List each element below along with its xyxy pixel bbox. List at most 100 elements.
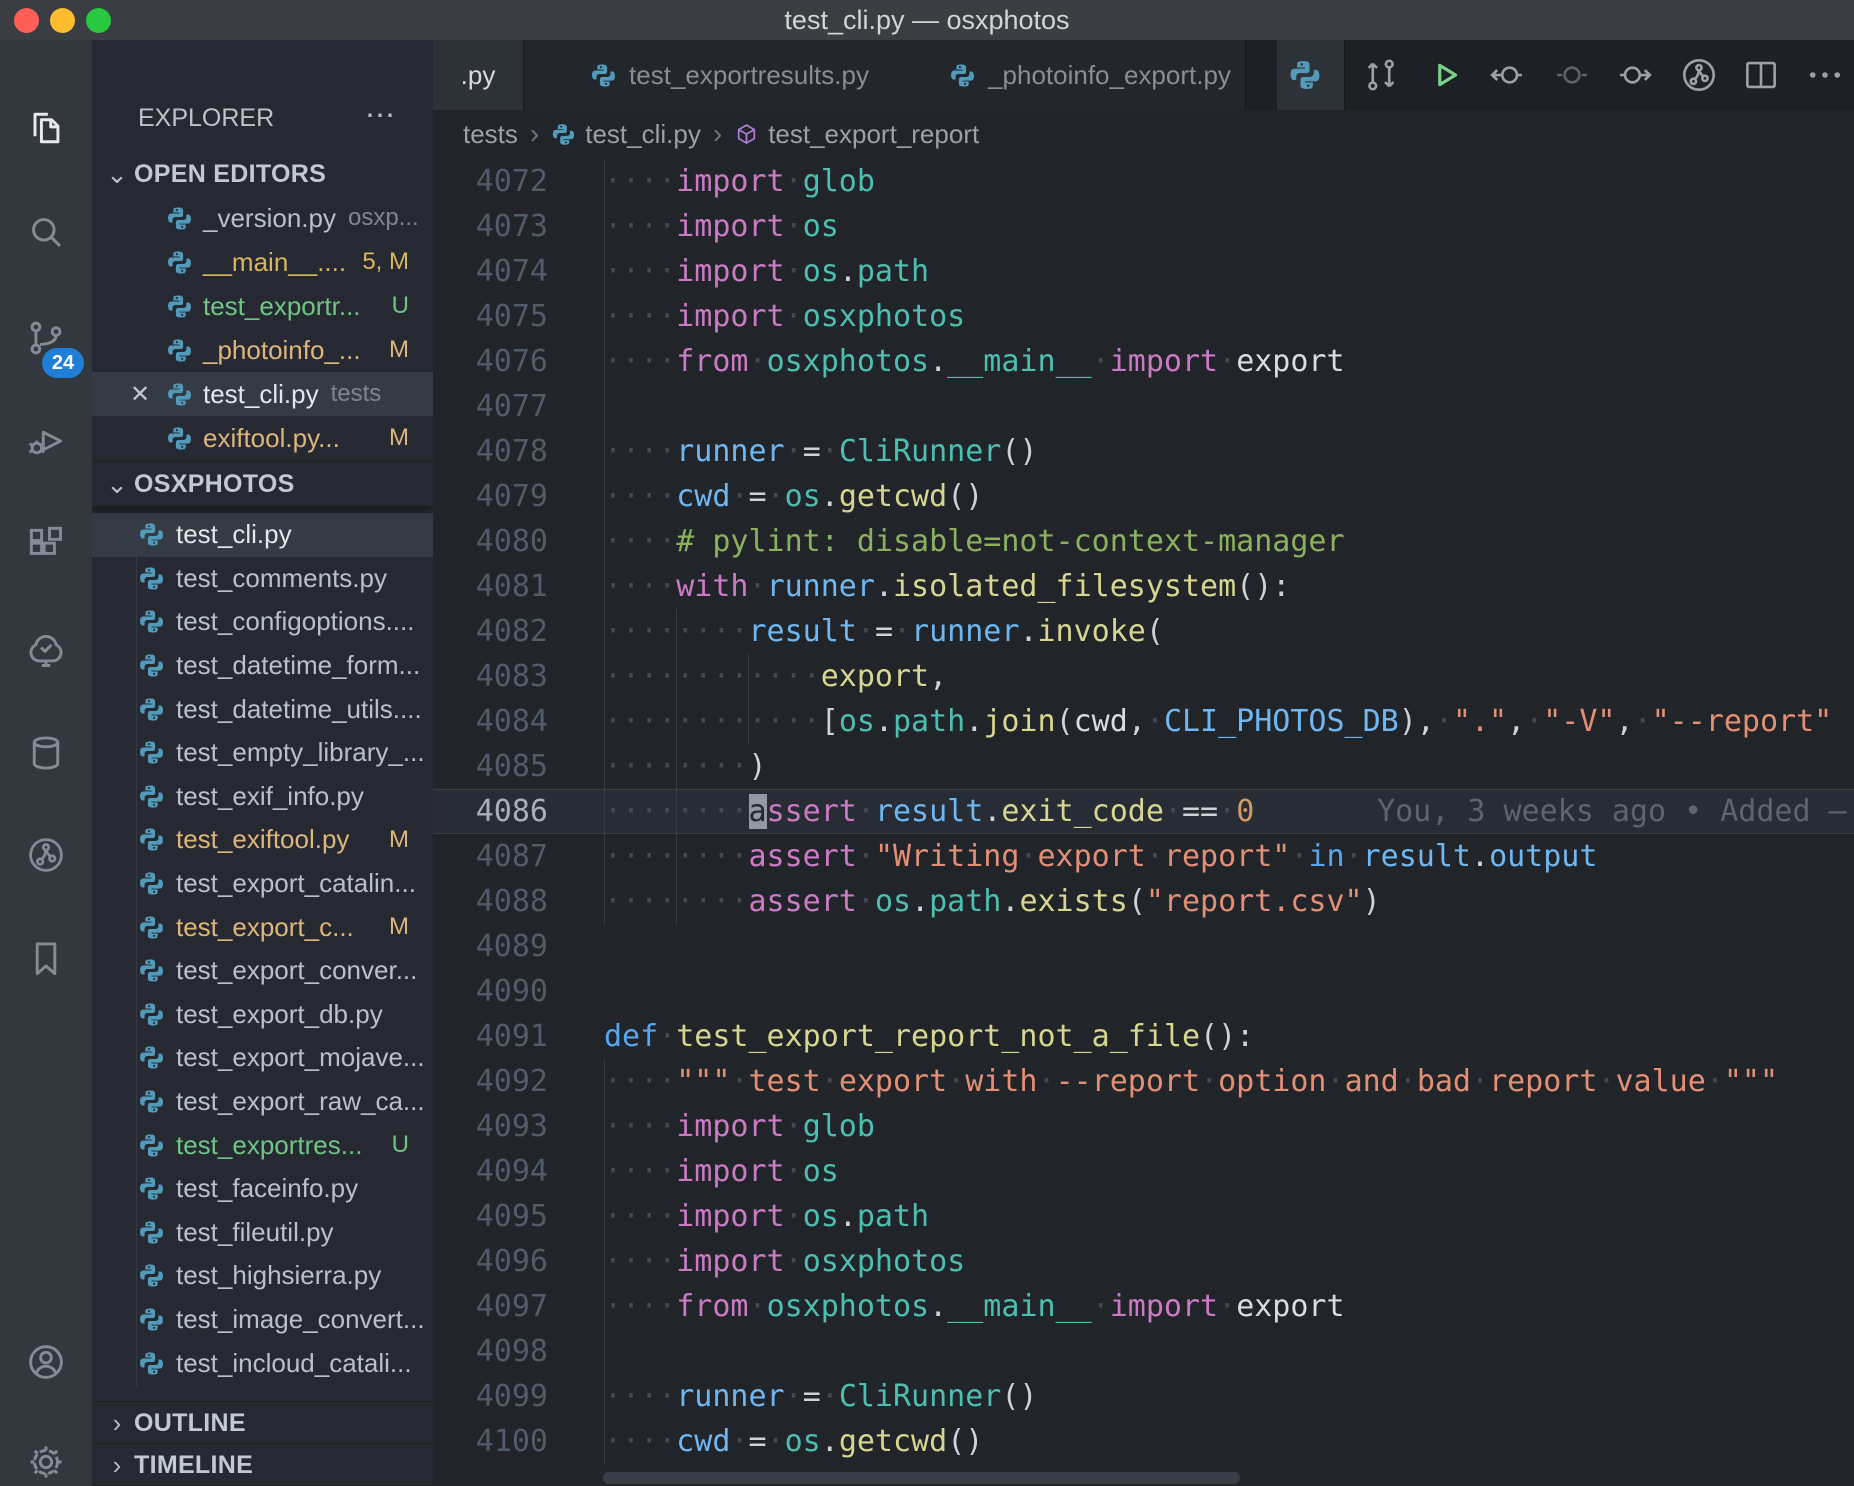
file-tree-item[interactable]: test_exiftool.py M [92, 818, 433, 862]
close-icon[interactable]: ✕ [130, 380, 156, 409]
breadcrumb-symbol[interactable]: test_export_report [768, 119, 979, 150]
gitlens-icon[interactable] [24, 833, 68, 877]
python-file-icon [166, 205, 193, 232]
line-number: 4097 [433, 1284, 548, 1329]
file-tree-item[interactable]: test_exif_info.py [92, 775, 433, 819]
python-file-icon [949, 62, 976, 89]
extensions-icon[interactable] [24, 523, 68, 567]
file-tree-item[interactable]: test_export_raw_ca... [92, 1080, 433, 1124]
bookmarks-icon[interactable] [24, 937, 68, 981]
file-tree-item[interactable]: test_export_catalin... [92, 862, 433, 906]
code-line: 4085 ········) [433, 744, 1854, 789]
file-tree-item[interactable]: test_empty_library_... [92, 731, 433, 775]
line-number: 4080 [433, 519, 548, 564]
file-tree-item[interactable]: test_configoptions.... [92, 600, 433, 644]
tab-test-exportresults[interactable]: test_exportresults.py [524, 40, 936, 110]
database-icon[interactable] [24, 731, 68, 775]
code-line: 4099 ····runner·=·CliRunner() [433, 1374, 1854, 1419]
open-editor-item[interactable]: ✕ test_exportr... U [92, 284, 433, 328]
line-number: 4095 [433, 1194, 548, 1239]
code-line: 4072 ····import·glob [433, 159, 1854, 204]
file-tree-item[interactable]: test_exportres... U [92, 1123, 433, 1167]
python-file-icon [138, 914, 165, 941]
run-debug-icon[interactable] [24, 419, 68, 463]
open-editor-item[interactable]: ✕ test_cli.py tests [92, 372, 433, 416]
code-line: 4082 ········result·=·runner.invoke( [433, 609, 1854, 654]
account-icon[interactable] [24, 1340, 68, 1384]
file-tree-item[interactable]: test_datetime_utils.... [92, 687, 433, 731]
line-number: 4085 [433, 744, 548, 789]
explorer-sidebar: EXPLORER ⋯ ⌄ OPEN EDITORS ✕ _version.py … [92, 40, 434, 1486]
timeline-section-header[interactable]: › TIMELINE [92, 1443, 433, 1486]
next-change-icon[interactable] [1614, 54, 1656, 96]
line-number: 4083 [433, 654, 548, 699]
file-tree-item[interactable]: test_faceinfo.py [92, 1167, 433, 1211]
folder-section-header[interactable]: ⌄ OSXPHOTOS [92, 461, 433, 506]
file-tree-item[interactable]: test_fileutil.py [92, 1211, 433, 1255]
code-line: 4075 ····import·osxphotos [433, 294, 1854, 339]
code-line: 4091 def·test_export_report_not_a_file()… [433, 1014, 1854, 1059]
file-tree-item[interactable]: test_image_convert... [92, 1298, 433, 1342]
line-number: 4100 [433, 1419, 548, 1464]
open-editor-item[interactable]: ✕ _version.py osxp... [92, 196, 433, 240]
prev-change-icon[interactable] [1486, 54, 1528, 96]
titlebar: test_cli.py — osxphotos [0, 0, 1854, 40]
outline-section-header[interactable]: › OUTLINE [92, 1401, 433, 1444]
file-tree-item[interactable]: test_export_c... M [92, 905, 433, 949]
open-editor-item[interactable]: ✕ exiftool.py... M [92, 416, 433, 460]
git-status-badge: U [392, 1131, 409, 1159]
settings-gear-icon[interactable] [24, 1440, 68, 1484]
file-tree-item[interactable]: test_highsierra.py [92, 1254, 433, 1298]
line-number: 4079 [433, 474, 548, 519]
file-tree-item[interactable]: test_incloud_catali... [92, 1341, 433, 1385]
code-line: 4088 ········assert·os.path.exists("repo… [433, 879, 1854, 924]
sidebar-title-row: EXPLORER ⋯ [92, 88, 433, 148]
file-tree-item[interactable]: test_comments.py [92, 557, 433, 601]
line-number: 4076 [433, 339, 548, 384]
file-tree-item[interactable]: test_export_mojave... [92, 1036, 433, 1080]
breadcrumb-file[interactable]: test_cli.py [585, 119, 701, 150]
python-file-icon [138, 652, 165, 679]
file-tree-item[interactable]: test_export_db.py [92, 993, 433, 1037]
line-number: 4092 [433, 1059, 548, 1104]
code-line: 4095 ····import·os.path [433, 1194, 1854, 1239]
sidebar-more-actions-icon[interactable]: ⋯ [365, 88, 395, 144]
open-editors-header[interactable]: ⌄ OPEN EDITORS [92, 152, 433, 196]
breadcrumb-tests[interactable]: tests [463, 119, 518, 150]
current-change-icon[interactable] [1551, 54, 1593, 96]
open-editor-item[interactable]: ✕ __main__.... 5, M [92, 240, 433, 284]
chevron-right-icon: › [104, 1408, 130, 1439]
file-tree-item[interactable]: test_cli.py [92, 513, 433, 557]
line-number: 4075 [433, 294, 548, 339]
tab-photoinfo-export[interactable]: _photoinfo_export.py [935, 40, 1246, 110]
search-icon[interactable] [24, 210, 68, 254]
chevron-right-icon: › [104, 1450, 130, 1481]
editor-code-area[interactable]: 4072 ····import·glob 4073 ····import·os … [433, 158, 1854, 1486]
file-tree-item[interactable]: test_export_conver... [92, 949, 433, 993]
file-tree-item[interactable]: test_datetime_form... [92, 644, 433, 688]
testing-icon[interactable] [24, 627, 68, 671]
code-line: 4096 ····import·osxphotos [433, 1239, 1854, 1284]
tab-python-interactive[interactable] [1277, 40, 1345, 110]
line-number: 4081 [433, 564, 548, 609]
code-line: 4079 ····cwd·=·os.getcwd() [433, 474, 1854, 519]
open-editor-item[interactable]: ✕ _photoinfo_... M [92, 328, 433, 372]
horizontal-scrollbar[interactable] [603, 1472, 1240, 1484]
python-file-icon [138, 565, 165, 592]
python-file-icon [138, 1306, 165, 1333]
split-editor-icon[interactable] [1740, 54, 1782, 96]
git-status-badge: M [389, 913, 409, 941]
code-line: 4097 ····from·osxphotos.__main__·import·… [433, 1284, 1854, 1329]
explorer-icon[interactable] [24, 106, 68, 150]
python-file-icon [138, 1088, 165, 1115]
line-number: 4094 [433, 1149, 548, 1194]
code-line: 4094 ····import·os [433, 1149, 1854, 1194]
python-file-icon [166, 249, 193, 276]
tab-test-cli[interactable]: .py [433, 40, 524, 110]
more-actions-icon[interactable] [1804, 54, 1846, 96]
gitlens-graph-icon[interactable] [1678, 54, 1720, 96]
open-changes-icon[interactable] [1360, 54, 1402, 96]
line-number: 4074 [433, 249, 548, 294]
run-file-icon[interactable] [1424, 54, 1466, 96]
python-file-icon [166, 293, 193, 320]
